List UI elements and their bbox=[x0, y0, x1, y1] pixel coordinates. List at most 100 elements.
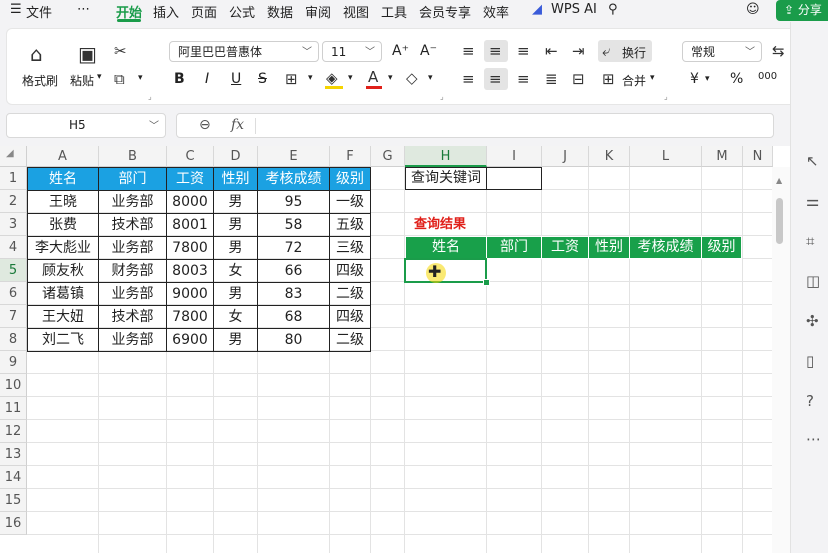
scrollbar-thumb[interactable] bbox=[776, 198, 783, 244]
thousands-button[interactable]: 000 bbox=[758, 71, 777, 82]
source-header-cell[interactable]: 工资 bbox=[166, 167, 214, 191]
underline-button[interactable]: U bbox=[231, 71, 241, 87]
table-cell[interactable]: 8003 bbox=[166, 259, 214, 283]
table-cell[interactable]: 9000 bbox=[166, 282, 214, 306]
table-cell[interactable]: 业务部 bbox=[98, 190, 167, 214]
strikethrough-button[interactable]: S bbox=[258, 71, 267, 87]
column-header-k[interactable]: K bbox=[589, 146, 630, 167]
table-cell[interactable]: 四级 bbox=[329, 259, 371, 283]
fill-handle[interactable] bbox=[483, 279, 490, 286]
table-cell[interactable]: 五级 bbox=[329, 213, 371, 237]
justify-icon[interactable]: ≣ bbox=[545, 70, 558, 88]
format-painter-icon[interactable]: ⌂ bbox=[30, 42, 43, 66]
fill-dropdown-icon[interactable]: ▾ bbox=[348, 73, 353, 83]
row-header-9[interactable]: 9 bbox=[0, 351, 27, 374]
tab-tools[interactable]: 工具 bbox=[381, 2, 407, 21]
table-cell[interactable]: 二级 bbox=[329, 282, 371, 306]
row-header-4[interactable]: 4 bbox=[0, 236, 27, 259]
row-header-7[interactable]: 7 bbox=[0, 305, 27, 328]
result-header-cell[interactable]: 工资 bbox=[541, 236, 589, 259]
bold-button[interactable]: B bbox=[174, 71, 185, 87]
font-color-icon[interactable]: A bbox=[368, 68, 378, 86]
table-cell[interactable]: 技术部 bbox=[98, 213, 167, 237]
percent-button[interactable]: % bbox=[730, 71, 743, 87]
menu-more[interactable]: ⋯ bbox=[77, 2, 90, 17]
row-header-14[interactable]: 14 bbox=[0, 466, 27, 489]
chart-icon[interactable]: ◫ bbox=[806, 272, 820, 290]
table-cell[interactable]: 业务部 bbox=[98, 282, 167, 306]
indent-decrease-icon[interactable]: ⇤ bbox=[545, 42, 558, 60]
table-cell[interactable]: 李大彪业 bbox=[27, 236, 99, 260]
align-top-icon[interactable]: ≡ bbox=[462, 42, 475, 60]
alignment-launcher-icon[interactable]: ⌟ bbox=[664, 92, 668, 101]
scroll-up-icon[interactable]: ▲ bbox=[776, 176, 782, 185]
share-button[interactable]: ⇪ 分享 bbox=[776, 0, 828, 21]
font-grow-icon[interactable]: A⁺ bbox=[392, 43, 409, 59]
column-header-i[interactable]: I bbox=[487, 146, 542, 167]
query-keyword-label[interactable]: 查询关键词 bbox=[405, 167, 487, 190]
align-right-icon[interactable]: ≡ bbox=[517, 70, 530, 88]
tab-review[interactable]: 审阅 bbox=[305, 2, 331, 21]
copy-icon[interactable]: ⧉ bbox=[114, 70, 125, 88]
table-cell[interactable]: 68 bbox=[257, 305, 330, 329]
row-header-2[interactable]: 2 bbox=[0, 190, 27, 213]
table-cell[interactable]: 诸葛镇 bbox=[27, 282, 99, 306]
table-cell[interactable]: 男 bbox=[213, 213, 258, 237]
column-header-j[interactable]: J bbox=[542, 146, 589, 167]
table-cell[interactable]: 技术部 bbox=[98, 305, 167, 329]
table-cell[interactable]: 王大妞 bbox=[27, 305, 99, 329]
tab-formula[interactable]: 公式 bbox=[229, 2, 255, 21]
tab-page[interactable]: 页面 bbox=[191, 2, 217, 21]
table-cell[interactable]: 6900 bbox=[166, 328, 214, 352]
table-cell[interactable]: 一级 bbox=[329, 190, 371, 214]
column-header-n[interactable]: N bbox=[743, 146, 773, 167]
currency-button[interactable]: ¥ bbox=[690, 71, 699, 87]
filter-settings-icon[interactable]: ⚌ bbox=[806, 192, 819, 210]
result-header-cell[interactable]: 部门 bbox=[486, 236, 542, 259]
border-dropdown-icon[interactable]: ▾ bbox=[308, 73, 313, 83]
eraser-dropdown-icon[interactable]: ▾ bbox=[428, 73, 433, 83]
column-header-d[interactable]: D bbox=[214, 146, 258, 167]
crop-icon[interactable]: ⌗ bbox=[806, 232, 814, 250]
result-header-cell[interactable]: 考核成绩 bbox=[629, 236, 702, 259]
align-center-icon[interactable]: ≡ bbox=[489, 70, 502, 88]
row-header-8[interactable]: 8 bbox=[0, 328, 27, 351]
merge-dropdown-icon[interactable]: ▾ bbox=[650, 73, 655, 83]
help-icon[interactable]: ? bbox=[806, 392, 814, 410]
column-header-m[interactable]: M bbox=[702, 146, 743, 167]
row-header-16[interactable]: 16 bbox=[0, 512, 27, 535]
table-cell[interactable]: 二级 bbox=[329, 328, 371, 352]
table-cell[interactable]: 业务部 bbox=[98, 328, 167, 352]
table-cell[interactable]: 顾友秋 bbox=[27, 259, 99, 283]
table-cell[interactable]: 男 bbox=[213, 328, 258, 352]
currency-dropdown-icon[interactable]: ▾ bbox=[705, 74, 710, 84]
font-launcher-icon[interactable]: ⌟ bbox=[440, 92, 444, 101]
source-header-cell[interactable]: 姓名 bbox=[27, 167, 99, 191]
tab-member[interactable]: 会员专享 bbox=[419, 2, 471, 21]
row-header-12[interactable]: 12 bbox=[0, 420, 27, 443]
table-cell[interactable]: 财务部 bbox=[98, 259, 167, 283]
row-header-11[interactable]: 11 bbox=[0, 397, 27, 420]
cursor-select-icon[interactable]: ↖ bbox=[806, 152, 819, 170]
table-cell[interactable]: 8000 bbox=[166, 190, 214, 214]
convert-icon[interactable]: ⇆ bbox=[772, 42, 785, 60]
formula-input[interactable]: ⊖ fx bbox=[176, 113, 774, 138]
font-shrink-icon[interactable]: A⁻ bbox=[420, 43, 437, 59]
row-header-1[interactable]: 1 bbox=[0, 167, 27, 190]
table-cell[interactable]: 7800 bbox=[166, 305, 214, 329]
distribute-icon[interactable]: ⊟ bbox=[572, 70, 585, 88]
chat-icon[interactable]: ☺ bbox=[746, 2, 760, 17]
table-cell[interactable]: 男 bbox=[213, 236, 258, 260]
column-header-b[interactable]: B bbox=[99, 146, 167, 167]
search-icon[interactable]: ⚲ bbox=[608, 2, 618, 17]
format-painter-button[interactable]: 格式刷 bbox=[22, 72, 58, 89]
font-size-select[interactable]: 11 ﹀ bbox=[322, 41, 382, 62]
source-header-cell[interactable]: 性别 bbox=[213, 167, 258, 191]
row-header-5[interactable]: 5 bbox=[0, 259, 27, 282]
table-cell[interactable]: 80 bbox=[257, 328, 330, 352]
table-cell[interactable]: 8001 bbox=[166, 213, 214, 237]
table-cell[interactable]: 女 bbox=[213, 259, 258, 283]
table-cell[interactable]: 男 bbox=[213, 190, 258, 214]
more-icon[interactable]: ⋯ bbox=[806, 430, 821, 448]
copy-dropdown-icon[interactable]: ▾ bbox=[138, 73, 143, 83]
